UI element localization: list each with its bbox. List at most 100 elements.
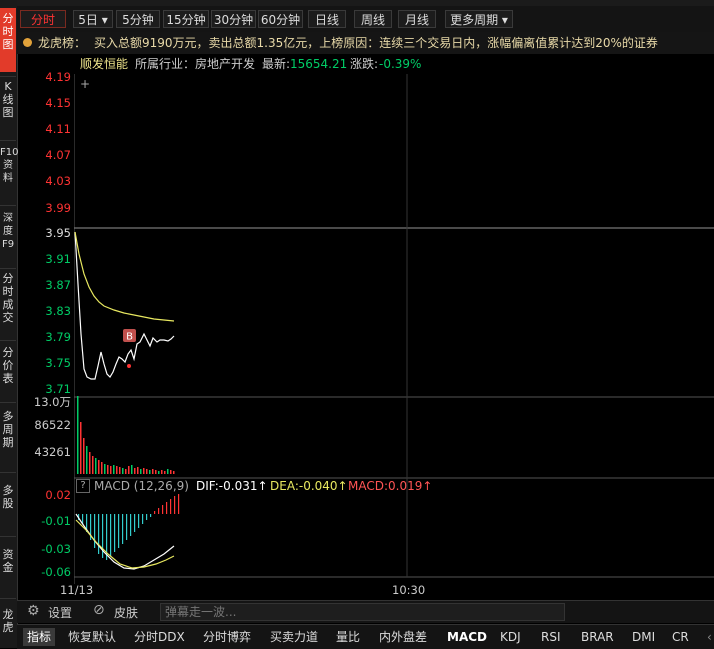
tab-more-icon[interactable]: ‹: [707, 628, 712, 646]
gear-icon[interactable]: ⚙: [27, 603, 40, 619]
side-tab-ticks[interactable]: 分时成交: [0, 272, 16, 338]
macd-bar: [134, 514, 136, 532]
volume-bar: [107, 465, 109, 474]
volume-bar: [110, 466, 112, 474]
macd-bar: [94, 514, 96, 548]
period-more-dropdown[interactable]: 更多周期 ▾: [445, 10, 513, 28]
intraday-chart[interactable]: + B: [74, 74, 714, 584]
period-day[interactable]: 日线: [308, 10, 346, 28]
macd-bar: [118, 514, 120, 548]
skin-button[interactable]: 皮肤: [114, 604, 138, 621]
indicator-tabs: 指标 恢复默认 分时DDX 分时博弈 买卖力道 量比 内外盘差 MACD KDJ…: [17, 624, 714, 649]
volume-label: 86522: [34, 418, 71, 432]
volume-bar: [116, 466, 118, 474]
macd-axis-label: 0.02: [45, 488, 71, 502]
stock-info-line: 顺发恒能 所属行业：房地产开发 最新: 15654.21 涨跌: -0.39%: [17, 54, 714, 74]
side-tab-f10[interactable]: F10资料: [0, 146, 18, 200]
price-label: 3.91: [45, 252, 71, 266]
bottom-toolbar: ⚙ 设置 ⊘ 皮肤: [17, 600, 714, 623]
buy-marker-label: B: [126, 332, 133, 343]
volume-bar: [119, 467, 121, 474]
tab-ddx[interactable]: 分时DDX: [134, 628, 185, 646]
skin-icon[interactable]: ⊘: [93, 602, 105, 618]
period-week[interactable]: 周线: [354, 10, 392, 28]
time-start: 11/13: [60, 583, 94, 597]
tab-buy-sell-force[interactable]: 买卖力道: [270, 628, 318, 646]
help-icon[interactable]: ?: [76, 479, 90, 493]
tab-cr[interactable]: CR: [672, 628, 689, 646]
macd-bar: [98, 514, 100, 554]
macd-bar: [122, 514, 124, 544]
side-tab-dragon[interactable]: 龙虎: [0, 608, 16, 648]
volume-bar: [92, 456, 94, 474]
volume-bar: [80, 422, 82, 474]
macd-bar: [150, 514, 152, 517]
macd-bar: [166, 502, 168, 514]
volume-bar: [146, 469, 148, 474]
tab-macd[interactable]: MACD: [447, 628, 487, 646]
period-5min[interactable]: 5分钟: [116, 10, 160, 28]
macd-bar: [170, 499, 172, 514]
settings-button[interactable]: 设置: [48, 604, 72, 621]
volume-bar: [104, 464, 106, 474]
volume-bar: [95, 458, 97, 474]
volume-bars: [77, 396, 175, 474]
side-tab-funds[interactable]: 资金: [0, 548, 16, 588]
side-tab-multi-stock[interactable]: 多股: [0, 484, 16, 524]
change-label: 涨跌:: [350, 57, 379, 71]
macd-value: MACD:0.019↑: [348, 479, 433, 493]
period-5day[interactable]: 5日 ▾: [73, 10, 113, 28]
side-tab-depth[interactable]: 深度F9: [0, 212, 16, 264]
tab-brar[interactable]: BRAR: [581, 628, 614, 646]
dragon-tiger-banner[interactable]: 龙虎榜： 买入总额9190万元，卖出总额1.35亿元，上榜原因：连续三个交易日内…: [17, 32, 714, 54]
change-value: -0.39%: [379, 57, 422, 71]
info-dot-icon: [23, 38, 32, 47]
side-tab-kline[interactable]: K线图: [0, 80, 16, 132]
stock-name[interactable]: 顺发恒能: [80, 54, 128, 74]
danmaku-input[interactable]: [160, 603, 565, 621]
tab-rsi[interactable]: RSI: [541, 628, 561, 646]
tab-volume-ratio[interactable]: 量比: [336, 628, 360, 646]
volume-bar: [173, 471, 175, 474]
macd-title[interactable]: MACD (12,26,9): [94, 478, 189, 494]
tab-kdj[interactable]: KDJ: [500, 628, 521, 646]
tab-game[interactable]: 分时博弈: [203, 628, 251, 646]
price-label: 3.83: [45, 304, 71, 318]
tab-restore-default[interactable]: 恢复默认: [68, 628, 116, 646]
tab-inner-outer[interactable]: 内外盘差: [379, 628, 427, 646]
volume-bar: [83, 438, 85, 474]
side-tab-price-table[interactable]: 分价表: [0, 346, 16, 398]
side-tab-timeshare[interactable]: 分时图: [0, 8, 16, 72]
volume-label: 13.0万: [33, 395, 71, 409]
volume-bar: [170, 470, 172, 474]
volume-bar: [101, 462, 103, 474]
macd-bar: [110, 514, 112, 556]
side-tab-multi-period[interactable]: 多周期: [0, 410, 16, 466]
price-label: 4.11: [45, 122, 71, 136]
volume-bar: [134, 468, 136, 474]
macd-bar: [154, 511, 156, 514]
volume-bar: [161, 470, 163, 474]
tab-indicator[interactable]: 指标: [23, 628, 56, 646]
crosshair-icon: +: [80, 77, 90, 91]
period-timeshare[interactable]: 分时: [20, 10, 66, 28]
volume-bar: [89, 452, 91, 474]
volume-bar: [164, 471, 166, 474]
avg-price-line: [74, 231, 175, 322]
macd-bar: [158, 508, 160, 514]
volume-bar: [140, 469, 142, 474]
period-60min[interactable]: 60分钟: [258, 10, 303, 28]
volume-bar: [143, 468, 145, 474]
dragon-label: 龙虎榜：: [38, 36, 87, 50]
volume-bar: [137, 467, 139, 474]
period-month[interactable]: 月线: [398, 10, 436, 28]
macd-axis-label: -0.06: [41, 565, 71, 579]
price-label: 4.03: [45, 174, 71, 188]
dragon-text: 买入总额9190万元，卖出总额1.35亿元，上榜原因：连续三个交易日内，涨幅偏离…: [94, 36, 658, 50]
price-label: 3.87: [45, 278, 71, 292]
volume-bar: [128, 466, 130, 474]
tab-dmi[interactable]: DMI: [632, 628, 655, 646]
period-30min[interactable]: 30分钟: [211, 10, 256, 28]
period-15min[interactable]: 15分钟: [163, 10, 209, 28]
macd-bar: [130, 514, 132, 536]
